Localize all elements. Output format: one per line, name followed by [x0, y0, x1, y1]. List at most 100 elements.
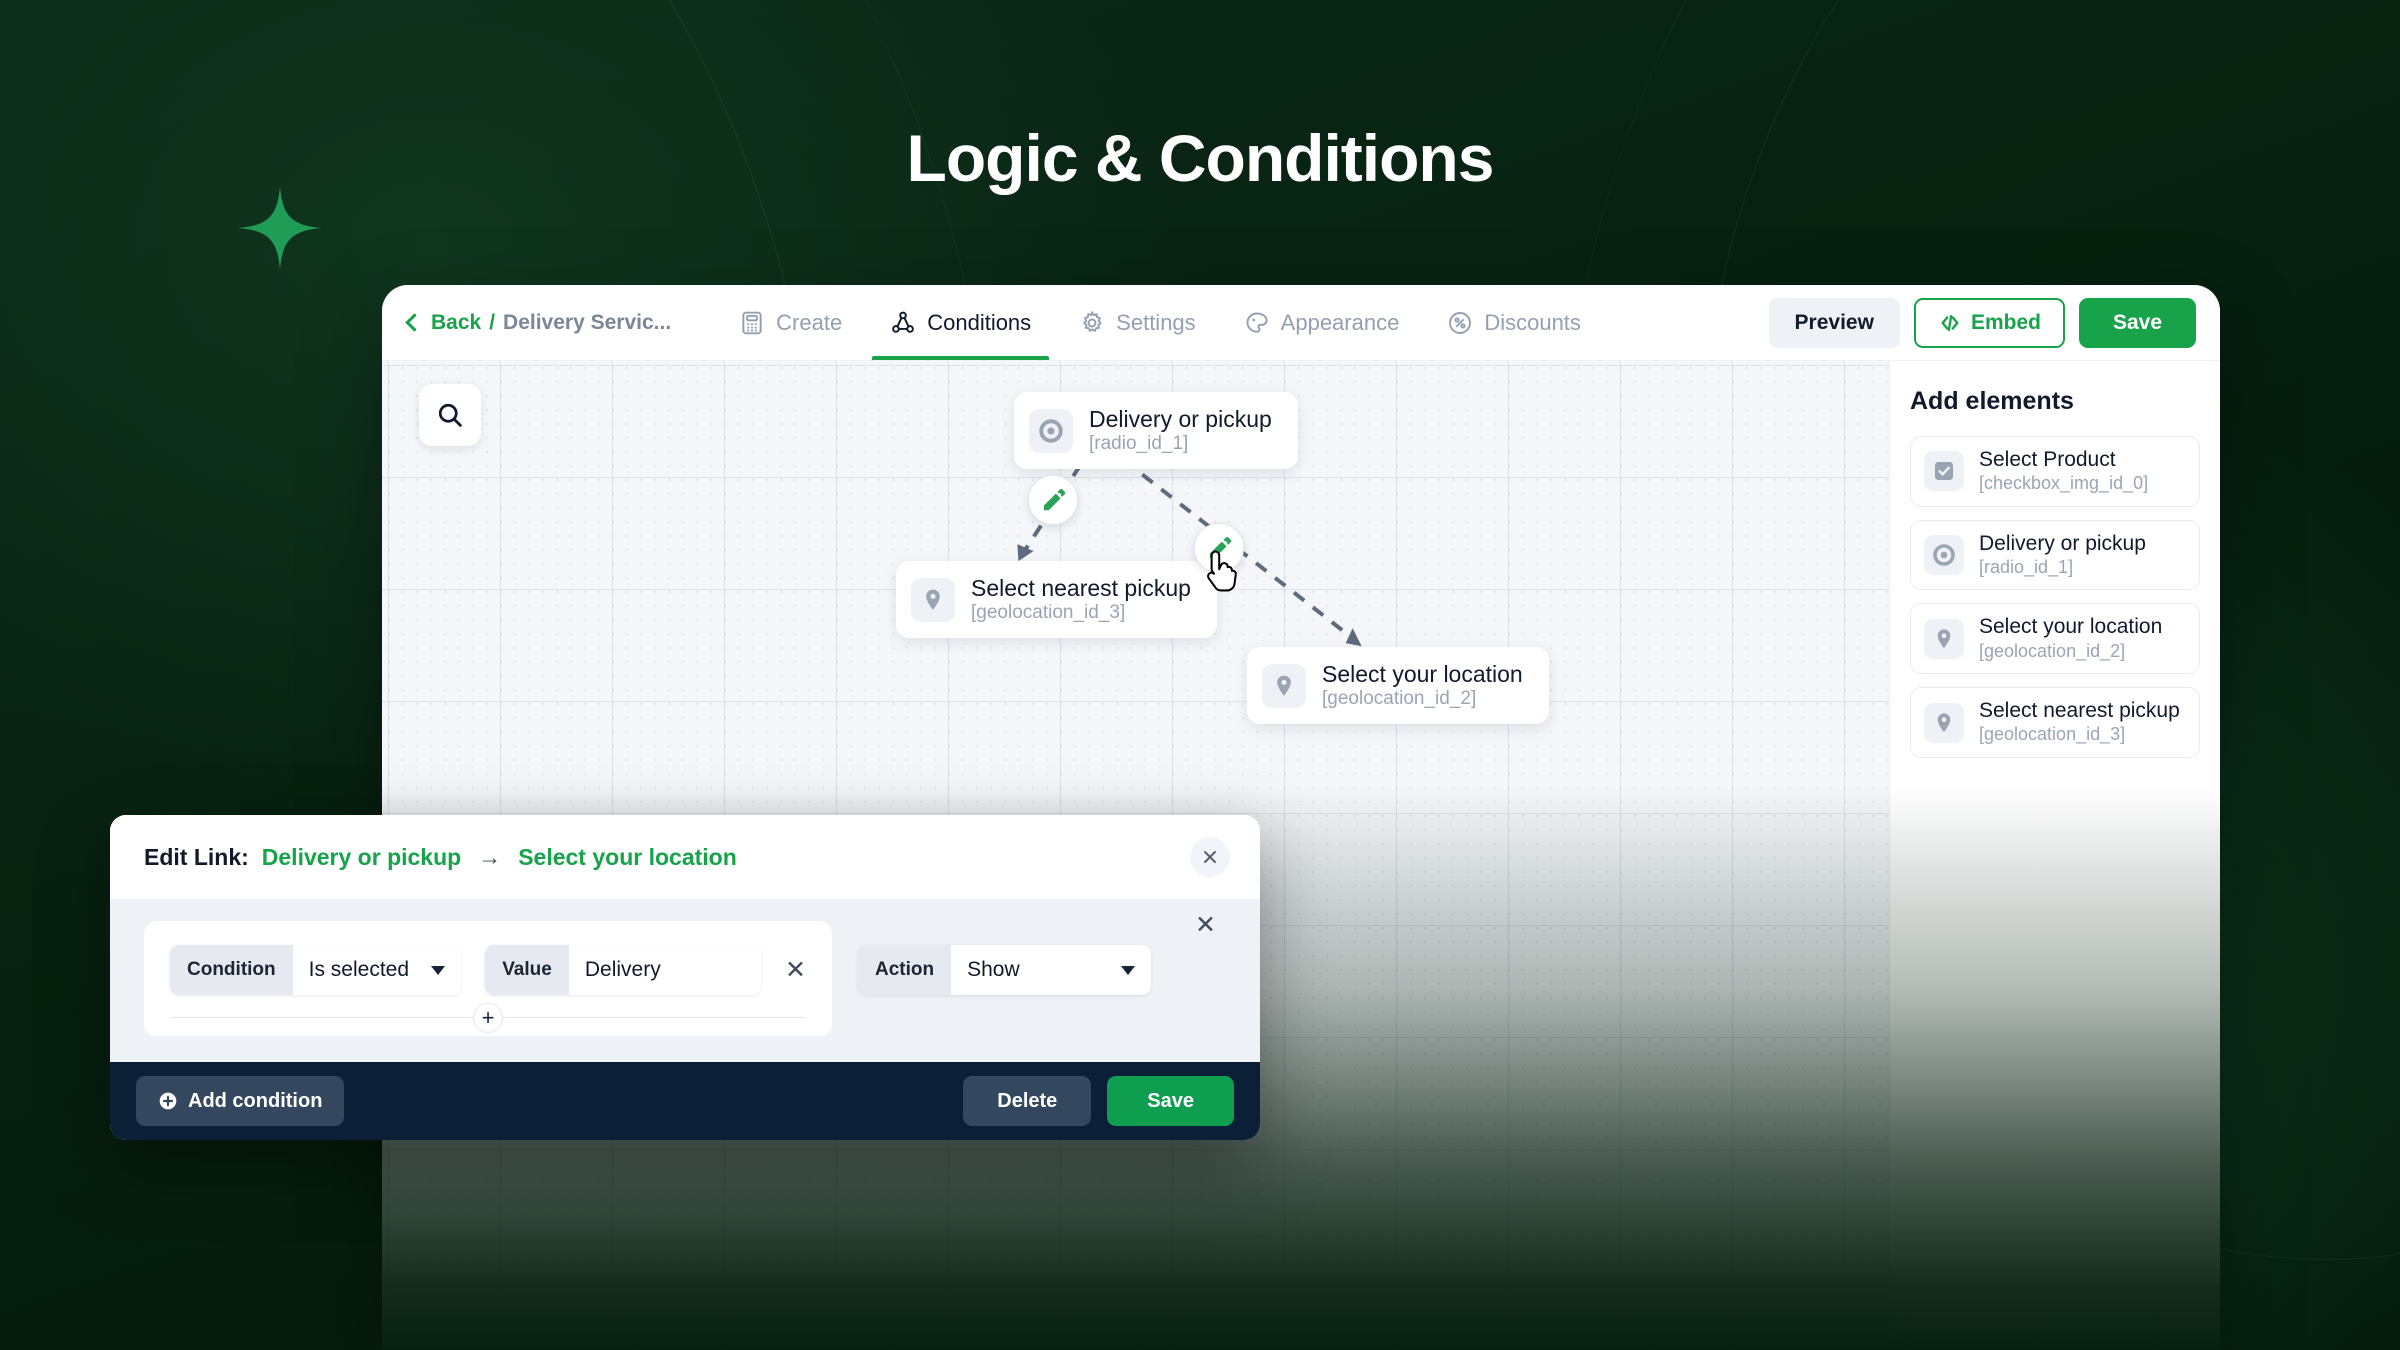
page-title: Logic & Conditions: [906, 121, 1495, 195]
code-icon: [1941, 314, 1959, 331]
chevron-left-icon: [405, 313, 424, 332]
element-title: Select your location: [1979, 615, 2163, 639]
element-id: [geolocation_id_2]: [1979, 640, 2126, 661]
add-condition-divider: +: [170, 1002, 806, 1033]
action-field: Action Show: [858, 945, 1152, 995]
map-pin-icon: [911, 577, 955, 622]
project-name: Delivery Servic...: [503, 310, 672, 334]
value-label: Value: [485, 945, 569, 995]
add-condition-label: Add condition: [188, 1089, 323, 1112]
gear-icon: [1083, 310, 1103, 332]
element-title: Delivery or pickup: [1979, 531, 2146, 555]
modal-save-button[interactable]: Save: [1107, 1076, 1234, 1126]
link-source: Delivery or pickup: [261, 843, 462, 870]
embed-button[interactable]: Embed: [1913, 297, 2065, 348]
map-pin-icon: [1924, 702, 1964, 743]
toolbar-actions: Preview Embed Save: [1768, 297, 2196, 348]
action-label: Action: [858, 945, 952, 995]
radio-icon: [1924, 535, 1964, 576]
edit-link-button-left[interactable]: [1028, 475, 1078, 525]
condition-block: Condition Is selected Value Delivery ✕ +: [144, 921, 832, 1036]
element-card-delivery-or-pickup[interactable]: Delivery or pickup [radio_id_1]: [1910, 519, 2200, 591]
element-title: Select Product: [1979, 448, 2116, 471]
add-condition-inline-button[interactable]: +: [473, 1002, 503, 1033]
map-pin-icon: [1262, 663, 1306, 708]
node-title: Select nearest pickup: [971, 575, 1191, 601]
node-id: [radio_id_1]: [1089, 433, 1189, 455]
pencil-icon: [1043, 489, 1066, 511]
remove-condition-icon[interactable]: ✕: [785, 957, 806, 983]
edit-link-modal: Edit Link: Delivery or pickup → Select y…: [110, 815, 1260, 1140]
remove-action-icon[interactable]: ✕: [1195, 913, 1216, 938]
sparkle-icon: [238, 186, 322, 270]
modal-title-label: Edit Link:: [144, 843, 249, 870]
element-card-select-your-location[interactable]: Select your location [geolocation_id_2]: [1910, 603, 2200, 675]
edit-link-button-right[interactable]: [1194, 523, 1244, 573]
conditions-icon: [892, 311, 915, 333]
panel-title: Add elements: [1910, 387, 2074, 415]
app-toolbar: Back / Delivery Servic... Create Conditi…: [382, 285, 2220, 361]
element-card-select-nearest-pickup[interactable]: Select nearest pickup [geolocation_id_3]: [1910, 687, 2200, 758]
breadcrumb[interactable]: Back / Delivery Servic...: [405, 310, 672, 335]
tab-discounts[interactable]: Discounts: [1423, 285, 1605, 360]
tab-settings[interactable]: Settings: [1055, 285, 1220, 360]
value-field: Value Delivery: [485, 945, 762, 995]
flow-node-select-your-location[interactable]: Select your location [geolocation_id_2]: [1247, 647, 1549, 725]
tab-label: Conditions: [927, 309, 1032, 335]
preview-button[interactable]: Preview: [1768, 297, 1900, 348]
modal-body: Condition Is selected Value Delivery ✕ +: [110, 899, 1260, 1062]
node-id: [geolocation_id_3]: [971, 602, 1126, 624]
tab-label: Discounts: [1484, 309, 1581, 335]
close-icon[interactable]: [1190, 837, 1230, 877]
percent-icon: [1449, 311, 1472, 334]
element-id: [radio_id_1]: [1979, 556, 2074, 577]
calculator-icon: [742, 311, 762, 334]
tab-label: Settings: [1116, 309, 1196, 335]
embed-label: Embed: [1970, 310, 2041, 334]
value-input[interactable]: Delivery: [568, 945, 762, 995]
condition-select[interactable]: Is selected: [292, 945, 462, 995]
arrow-right-icon: →: [478, 843, 502, 870]
node-title: Delivery or pickup: [1089, 406, 1272, 432]
link-target: Select your location: [518, 843, 737, 870]
action-block: ✕ Action Show: [832, 913, 1226, 1036]
condition-field: Condition Is selected: [170, 945, 462, 995]
tab-conditions[interactable]: Conditions: [866, 285, 1055, 360]
condition-row: Condition Is selected Value Delivery ✕: [170, 945, 806, 995]
value-input-text: Delivery: [584, 958, 661, 981]
element-card-select-product[interactable]: Select Product [checkbox_img_id_0]: [1910, 436, 2200, 507]
node-title: Select your location: [1322, 661, 1523, 687]
modal-footer-actions: Delete Save: [963, 1076, 1234, 1126]
tab-create[interactable]: Create: [715, 285, 866, 360]
element-id: [checkbox_img_id_0]: [1979, 473, 2149, 494]
chevron-down-icon: [431, 965, 446, 975]
element-title: Select nearest pickup: [1979, 699, 2180, 723]
save-button[interactable]: Save: [2078, 297, 2196, 348]
add-condition-button[interactable]: Add condition: [136, 1076, 345, 1126]
chevron-down-icon: [1121, 965, 1136, 975]
modal-header: Edit Link: Delivery or pickup → Select y…: [110, 815, 1260, 899]
flow-node-select-nearest-pickup[interactable]: Select nearest pickup [geolocation_id_3]: [896, 561, 1217, 639]
breadcrumb-separator: /: [489, 310, 496, 334]
map-pin-icon: [1924, 618, 1964, 659]
back-link[interactable]: Back: [431, 311, 481, 335]
radio-icon: [1029, 408, 1073, 453]
element-id: [geolocation_id_3]: [1979, 724, 2126, 745]
add-elements-panel: Add elements Select Product [checkbox_im…: [1889, 361, 2220, 1350]
delete-button[interactable]: Delete: [963, 1076, 1092, 1126]
condition-select-value: Is selected: [308, 958, 410, 981]
plus-circle-icon: [159, 1092, 177, 1110]
toolbar-tabs: Create Conditions Settings Appearance Di…: [715, 285, 1605, 360]
pencil-icon: [1209, 537, 1232, 559]
tab-label: Create: [776, 309, 843, 335]
tab-label: Appearance: [1280, 309, 1400, 335]
flow-node-delivery-or-pickup[interactable]: Delivery or pickup [radio_id_1]: [1014, 392, 1298, 470]
tab-appearance[interactable]: Appearance: [1220, 285, 1424, 360]
modal-footer: Add condition Delete Save: [110, 1062, 1260, 1140]
checkbox-icon: [1924, 451, 1964, 492]
palette-icon: [1246, 311, 1268, 333]
condition-label: Condition: [170, 945, 293, 995]
action-select[interactable]: Show: [951, 945, 1152, 995]
action-select-value: Show: [967, 958, 1020, 981]
node-id: [geolocation_id_2]: [1322, 688, 1477, 710]
